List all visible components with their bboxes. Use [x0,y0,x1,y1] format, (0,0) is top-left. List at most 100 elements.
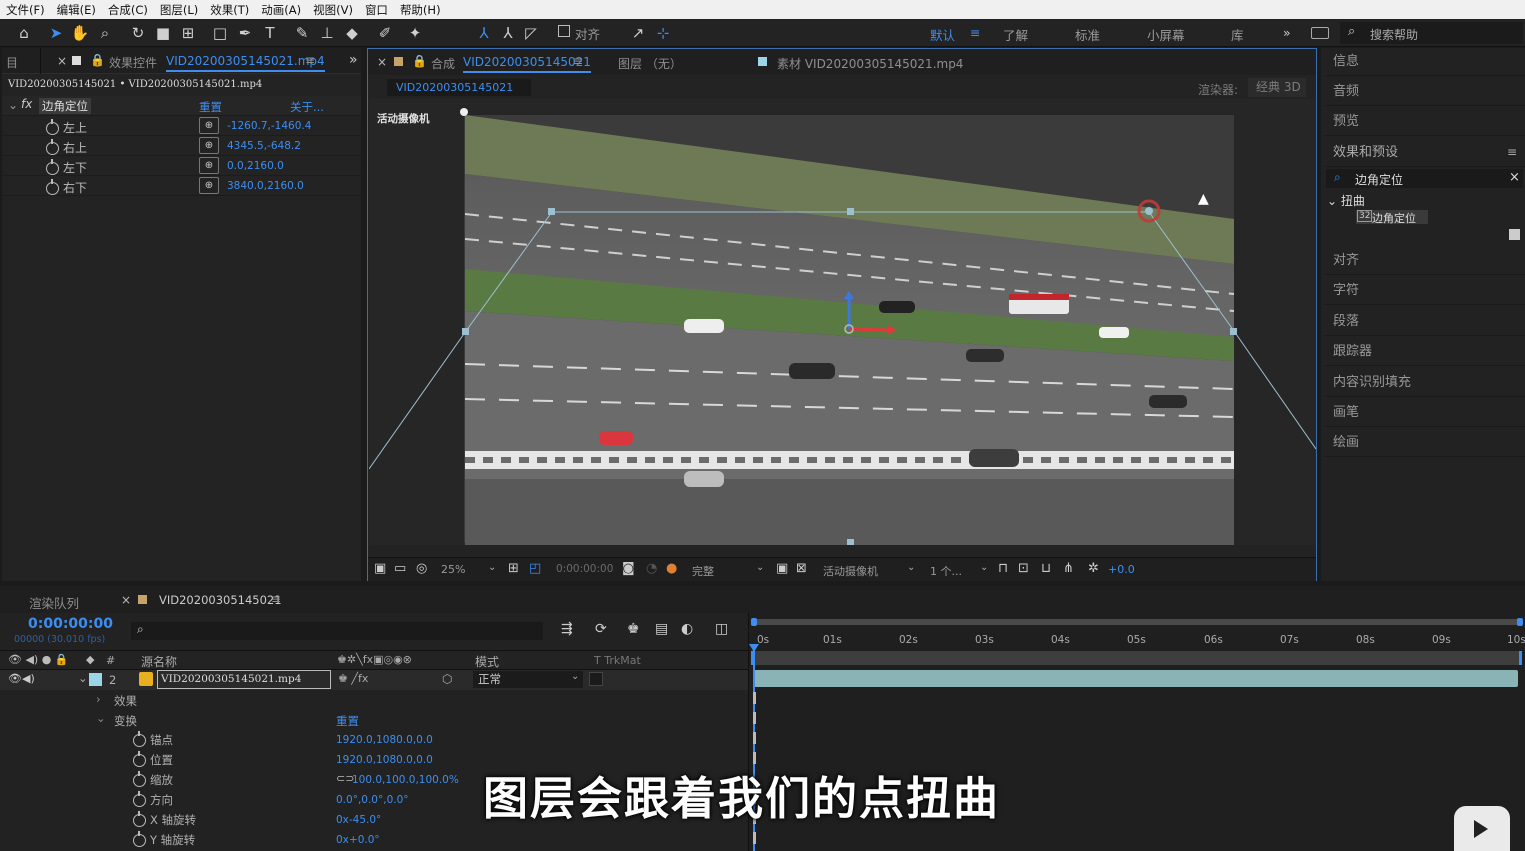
fast-preview-icon[interactable]: ▣ [776,561,788,576]
rectangle-tool-icon[interactable]: □ [210,23,230,43]
crosshair-icon[interactable]: ⊕ [199,137,219,154]
crosshair-icon[interactable]: ⊕ [199,177,219,194]
effect-reset-link[interactable]: 重置 [199,99,222,115]
views-dropdown[interactable]: 1 个... [930,563,962,579]
comp-tab-name[interactable]: VID20200305145021 [463,55,591,73]
shy-layers-icon[interactable]: ♚ [627,621,640,637]
trkmat-header[interactable]: T TrkMat [594,654,641,667]
roto-brush-tool-icon[interactable]: ✐ [375,23,395,43]
crosshair-icon[interactable]: ⊕ [199,117,219,134]
pan-behind-tool-icon[interactable]: ⊞ [178,23,198,43]
stopwatch-icon[interactable] [46,139,59,155]
exposure-value[interactable]: +0.0 [1108,563,1135,576]
timeline-comp-tab[interactable]: VID20200305145021 [159,593,282,607]
paragraph-panel-header[interactable]: 段落 [1325,307,1525,336]
prop-value[interactable]: 1920.0,1080.0,0.0 [336,734,433,746]
panel-menu-icon[interactable]: ≡ [271,592,281,606]
visibility-eye-icon[interactable]: 👁 [8,672,22,685]
stopwatch-icon[interactable] [133,791,146,807]
snapshot-camera-icon[interactable]: ◙ [622,561,635,576]
prop-value[interactable]: 0.0°,0.0°,0.0° [336,794,409,806]
menu-help[interactable]: 帮助(H) [400,2,441,18]
source-name-header[interactable]: 源名称 [141,653,177,670]
snapping-icon[interactable]: ↗ [628,23,648,43]
info-panel-header[interactable]: 信息 [1325,47,1525,76]
chevron-down-icon[interactable]: ⌄ [96,711,106,725]
effect-about-link[interactable]: 关于... [290,99,324,115]
brushes-panel-header[interactable]: 画笔 [1325,398,1525,427]
keyframe-marker[interactable] [753,832,756,844]
panel-menu-icon[interactable]: ≡ [573,54,583,68]
frame-blending-icon[interactable]: ▤ [655,621,668,637]
render-queue-tab[interactable]: 渲染队列 [29,593,79,612]
close-icon[interactable]: × [57,54,67,68]
layer-name-field[interactable]: VID20200305145021.mp4 [157,670,331,689]
flowchart-icon[interactable]: ⋔ [1063,561,1074,576]
chevron-down-icon[interactable]: ⌄ [756,562,764,573]
stopwatch-icon[interactable] [133,831,146,847]
transform-group-row[interactable]: ⌄ 变换 重置 [0,710,748,730]
work-area-start-handle[interactable] [751,618,757,626]
clear-search-icon[interactable]: × [1509,170,1520,185]
mode-header[interactable]: 模式 [475,653,499,670]
chevron-down-icon[interactable]: ⌄ [571,671,579,682]
stopwatch-icon[interactable] [133,731,146,747]
view-dropdown[interactable]: 活动摄像机 [823,563,878,579]
prop-value[interactable]: 100.0,100.0,100.0% [352,774,459,786]
timeline-timecode[interactable]: 0:00:00:00 [28,616,113,632]
sync-settings-icon[interactable] [1311,27,1329,39]
menu-composition[interactable]: 合成(C) [108,2,148,18]
category-distort[interactable]: ⌄ 扭曲 [1327,192,1365,209]
time-ruler[interactable]: 0s 01s 02s 03s 04s 05s 06s 07s 08s 09s 1… [749,626,1525,648]
stopwatch-icon[interactable] [46,159,59,175]
effects-search-field[interactable]: ⌕ 边角定位 × [1326,169,1523,188]
brush-tool-icon[interactable]: ✎ [292,23,312,43]
keyframe-marker[interactable] [753,712,756,724]
blend-mode-dropdown[interactable]: 正常 [473,671,583,688]
effects-group-row[interactable]: › 效果 [0,690,748,710]
stopwatch-icon[interactable] [46,179,59,195]
panel-menu-icon[interactable]: ≡ [1507,145,1517,159]
show-snapshot-icon[interactable]: ◔ [646,561,657,576]
content-aware-fill-header[interactable]: 内容识别填充 [1325,368,1525,397]
comp-viewer[interactable]: 活动摄像机 ▲ [369,99,1316,545]
world-axis-icon[interactable]: ⅄ [498,23,518,43]
chevron-down-icon[interactable]: ⌄ [980,562,988,573]
prop-value[interactable]: 3840.0,2160.0 [227,180,304,192]
draft-3d-icon[interactable]: ⟳ [595,621,607,637]
comp-flowchart-icon[interactable]: ⊔ [1041,561,1051,576]
3d-layer-cube-icon[interactable]: ⬡ [442,672,452,686]
current-time[interactable]: 0:00:00:00 [556,563,613,575]
keyframe-marker[interactable] [753,692,756,704]
stopwatch-icon[interactable] [133,771,146,787]
channel-icon[interactable]: ● [666,561,677,576]
workspace-default[interactable]: 默认 [930,25,955,44]
renderer-dropdown[interactable]: 经典 3D [1248,78,1306,97]
prop-value[interactable]: 0x-45.0° [336,814,381,826]
effects-presets-header[interactable]: 效果和预设 [1325,138,1525,167]
region-of-interest-icon[interactable]: ◰ [529,561,541,576]
align-checkbox[interactable] [558,25,570,37]
timeline-search-field[interactable]: ⌕ [131,622,543,640]
motion-blur-icon[interactable]: ◐ [681,621,693,637]
workspace-learn[interactable]: 了解 [1003,25,1028,44]
layer-duration-bar[interactable] [754,670,1518,687]
mask-visibility-icon[interactable]: ◎ [416,561,427,576]
prop-value[interactable]: 4345.5,-648.2 [227,140,301,152]
work-area-bar[interactable] [753,619,1522,625]
transform-reset-link[interactable]: 重置 [336,713,359,729]
zoom-tool-icon[interactable]: ⌕ [95,23,115,43]
close-icon[interactable]: × [121,593,131,607]
workspace-small-screen[interactable]: 小屏幕 [1147,25,1185,44]
type-tool-icon[interactable]: T [260,23,280,43]
comp-mini-flowchart-icon[interactable]: ⇶ [561,621,573,637]
stopwatch-icon[interactable] [133,811,146,827]
new-bin-icon[interactable] [1509,229,1520,240]
workspace-libraries[interactable]: 库 [1231,25,1244,44]
safe-zones-icon[interactable]: ⊞ [508,561,519,576]
more-workspaces-icon[interactable]: » [1283,25,1291,40]
menu-layer[interactable]: 图层(L) [160,2,198,18]
timeline-icon[interactable]: ⊡ [1018,561,1029,576]
graph-editor-icon[interactable]: ◫ [715,621,728,637]
playhead-handle[interactable] [749,644,759,652]
